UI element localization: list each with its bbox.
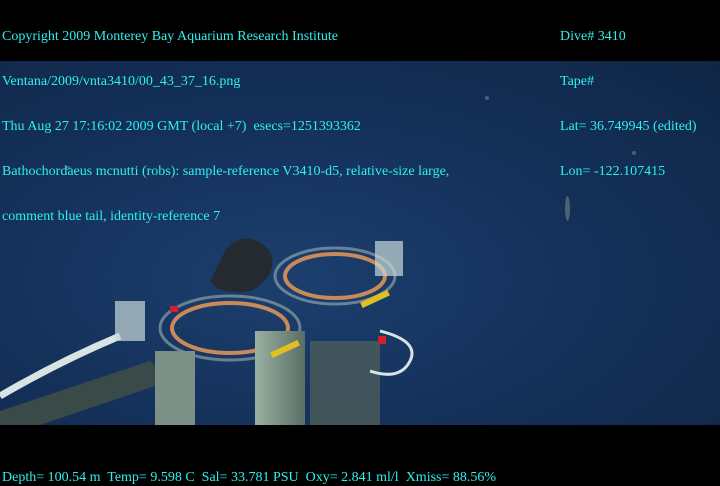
annotation-line-2: comment blue tail, identity-reference 7 — [2, 209, 221, 224]
header-right-overlay: Dive# 3410 Tape# Lat= 36.749945 (edited)… — [560, 0, 697, 209]
annotation-line: Bathochordaeus mcnutti (robs): sample-re… — [2, 164, 450, 179]
video-frame: Copyright 2009 Monterey Bay Aquarium Res… — [0, 0, 720, 486]
longitude: Lon= -122.107415 — [560, 164, 666, 179]
sensor-readout: Depth= 100.54 m Temp= 9.598 C Sal= 33.78… — [2, 470, 497, 485]
latitude: Lat= 36.749945 (edited) — [560, 119, 697, 134]
dive-number: Dive# 3410 — [560, 29, 626, 44]
particle — [485, 96, 489, 100]
file-path-line: Ventana/2009/vnta3410/00_43_37_16.png — [2, 74, 241, 89]
header-left-overlay: Copyright 2009 Monterey Bay Aquarium Res… — [2, 0, 449, 254]
tape-number: Tape# — [560, 74, 595, 89]
timestamp-line: Thu Aug 27 17:16:02 2009 GMT (local +7) … — [2, 119, 361, 134]
copyright-line: Copyright 2009 Monterey Bay Aquarium Res… — [2, 29, 338, 44]
